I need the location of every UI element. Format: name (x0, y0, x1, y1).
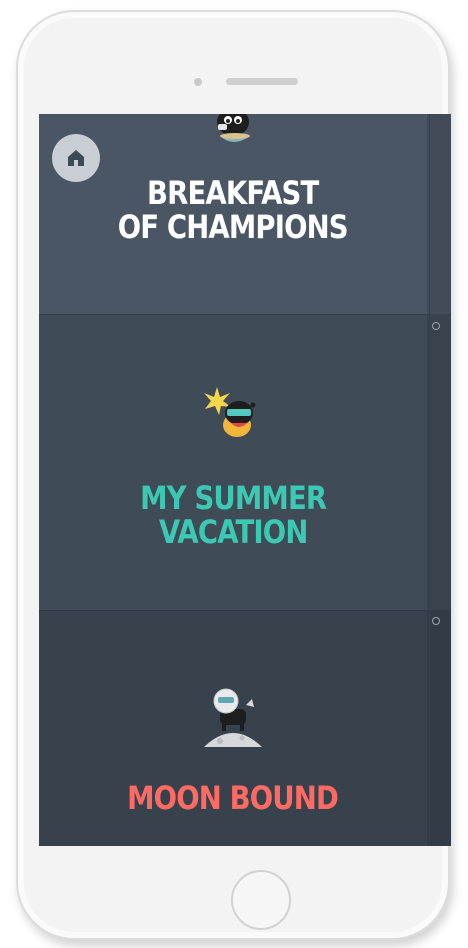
card-edge (427, 610, 451, 846)
scroll-indicator-dot (432, 322, 440, 330)
speaker-grille (226, 78, 298, 85)
story-card-summer-vacation[interactable]: MY SUMMER VACATION (39, 314, 427, 611)
card-title-line1: MY SUMMER (139, 479, 327, 517)
card-divider (429, 114, 430, 846)
card-edge (427, 314, 451, 610)
cow-with-bowl-icon (217, 114, 250, 142)
story-card-moon-bound[interactable]: MOON BOUND (39, 610, 427, 846)
cow-with-sunglasses-icon (204, 387, 256, 437)
card-edge (427, 114, 451, 314)
device-home-button[interactable] (231, 870, 291, 930)
card-title: MOON BOUND (127, 779, 340, 817)
front-camera (194, 78, 202, 86)
home-button[interactable] (52, 134, 100, 182)
astronaut-cow-icon (204, 688, 262, 747)
card-title-line1: BREAKFAST (147, 174, 319, 212)
card-title: MY SUMMER VACATION (139, 479, 327, 551)
card-title-line2: OF CHAMPIONS (117, 208, 349, 246)
card-title-line2: VACATION (158, 513, 309, 551)
scroll-indicator-dot (432, 617, 440, 625)
app-screen: BREAKFAST OF CHAMPIONS MY SUMMER VACATIO… (39, 114, 451, 846)
story-card-breakfast[interactable]: BREAKFAST OF CHAMPIONS (39, 114, 427, 314)
card-title-line1: MOON BOUND (127, 779, 340, 817)
home-icon (68, 150, 84, 166)
card-title: BREAKFAST OF CHAMPIONS (117, 174, 349, 246)
